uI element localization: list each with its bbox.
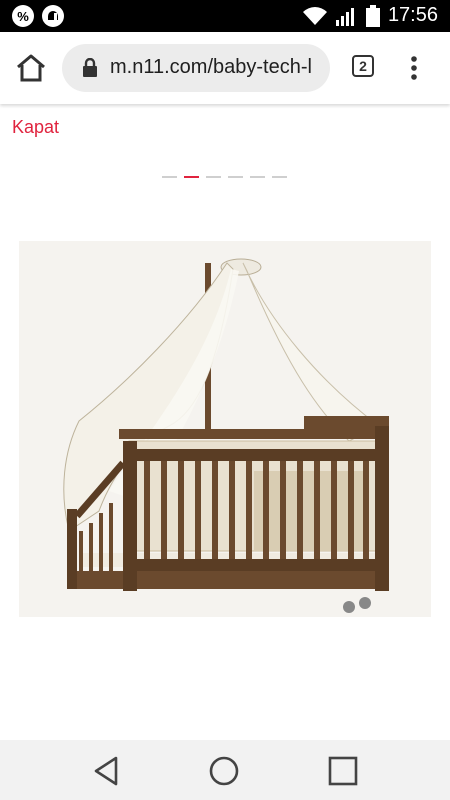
carousel-dot[interactable] xyxy=(250,176,265,178)
discount-icon: % xyxy=(12,5,34,27)
carousel-dot[interactable] xyxy=(162,176,177,178)
battery-icon xyxy=(365,4,380,27)
home-button[interactable] xyxy=(14,52,48,84)
crib-illustration xyxy=(63,258,389,613)
browser-toolbar: m.n11.com/baby-tech-l 2 xyxy=(0,32,450,104)
recents-button[interactable] xyxy=(326,754,360,788)
back-button[interactable] xyxy=(90,754,124,788)
lock-icon xyxy=(83,58,97,77)
carousel-dot[interactable] xyxy=(228,176,243,178)
status-bar: % 17:56 xyxy=(0,0,450,32)
product-image[interactable] xyxy=(19,241,431,617)
notification-icon xyxy=(42,5,64,27)
home-nav-button[interactable] xyxy=(207,754,241,788)
clock: 17:56 xyxy=(387,4,438,26)
carousel-dot[interactable] xyxy=(272,176,287,178)
recents-square-icon xyxy=(328,756,358,786)
carousel-dot[interactable] xyxy=(206,176,221,178)
carousel-indicator xyxy=(162,176,287,178)
home-circle-icon xyxy=(209,756,239,786)
home-icon xyxy=(17,54,45,82)
carousel-dot-active[interactable] xyxy=(184,176,199,178)
url-text: m.n11.com/baby-tech-l xyxy=(110,56,312,78)
wifi-icon xyxy=(302,6,327,25)
back-triangle-icon xyxy=(94,756,118,786)
overflow-menu-button[interactable] xyxy=(406,52,422,84)
more-vert-icon xyxy=(411,56,417,80)
tab-switcher-button[interactable]: 2 xyxy=(352,55,374,77)
system-nav-bar xyxy=(0,740,450,800)
signal-icon xyxy=(335,7,354,26)
close-link[interactable]: Kapat xyxy=(12,117,59,138)
address-bar[interactable]: m.n11.com/baby-tech-l xyxy=(62,44,330,92)
